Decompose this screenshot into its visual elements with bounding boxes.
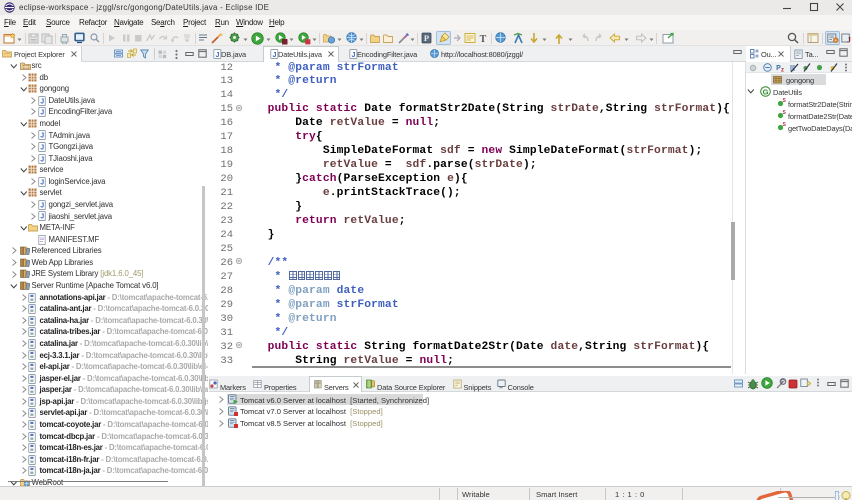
- svg-text:J: J: [215, 51, 219, 58]
- svg-text:T: T: [480, 34, 487, 44]
- svg-text:J: J: [40, 110, 44, 117]
- svg-text:J: J: [40, 214, 44, 221]
- svg-text:J: J: [351, 51, 355, 58]
- svg-text:J: J: [40, 156, 44, 163]
- svg-text:J: J: [40, 202, 44, 209]
- svg-text:J: J: [40, 145, 44, 152]
- svg-text:J: J: [847, 36, 851, 45]
- svg-text:z: z: [781, 68, 784, 73]
- svg-text:J: J: [40, 98, 44, 105]
- svg-text:J: J: [40, 133, 44, 140]
- svg-text:P: P: [781, 379, 785, 385]
- svg-text:J: J: [40, 179, 44, 186]
- svg-text:G: G: [763, 87, 769, 96]
- svg-text:P: P: [424, 33, 429, 43]
- svg-text:J: J: [272, 51, 276, 58]
